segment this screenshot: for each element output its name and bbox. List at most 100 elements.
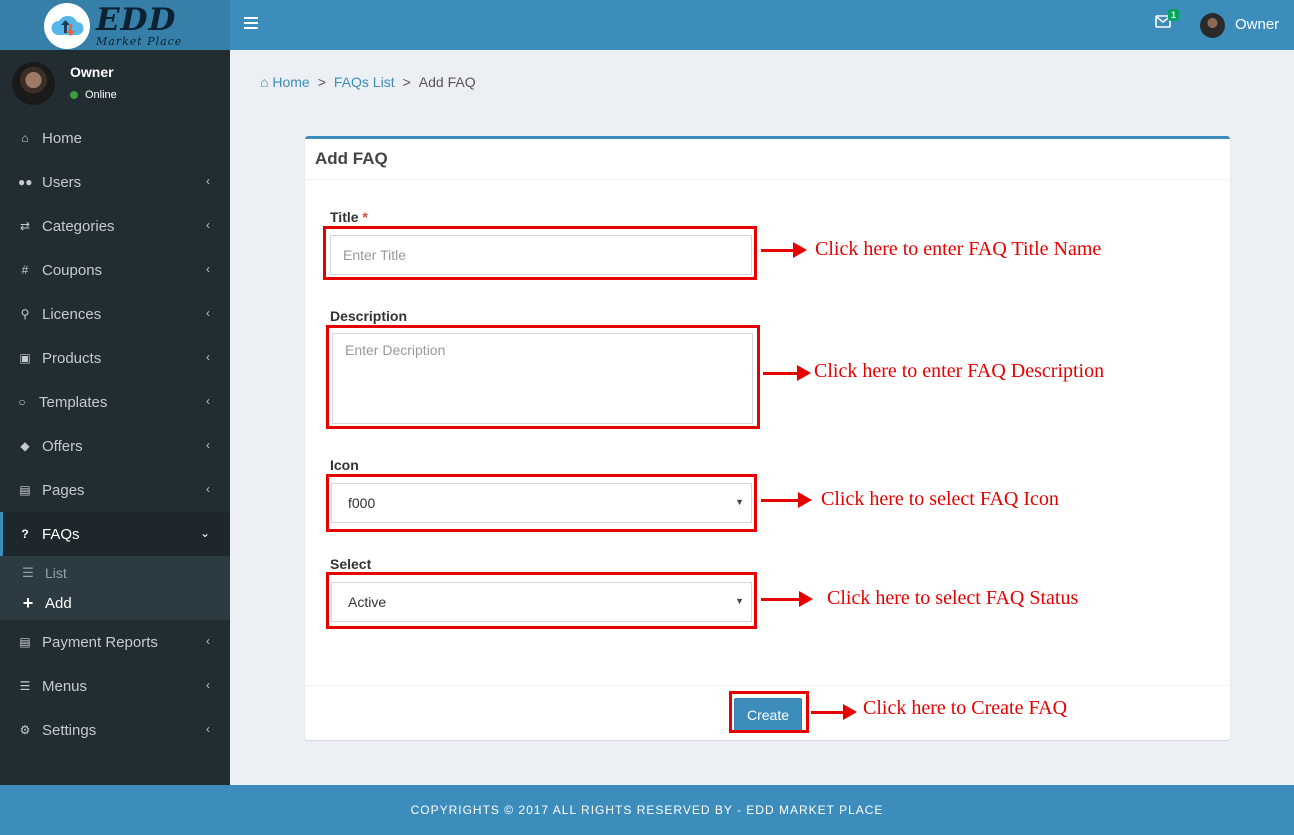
bars-icon: ☰ bbox=[19, 679, 31, 693]
chevron-left-icon: ‹ bbox=[206, 438, 210, 452]
sidebar-item-users[interactable]: ●● Users ‹ bbox=[0, 160, 230, 204]
sidebar-item-label: Settings bbox=[42, 721, 97, 739]
chevron-left-icon: ‹ bbox=[206, 262, 210, 276]
faq-submenu: ☰ List + Add bbox=[0, 556, 230, 620]
create-button[interactable]: Create bbox=[734, 698, 802, 732]
notification-badge: 1 bbox=[1168, 9, 1180, 21]
sidebar-subitem-list[interactable]: ☰ List bbox=[0, 558, 230, 588]
annotation-create: Click here to Create FAQ bbox=[863, 697, 1068, 719]
sidebar-item-offers[interactable]: ◆ Offers ‹ bbox=[0, 424, 230, 468]
chevron-down-icon: ⌄ bbox=[199, 526, 210, 540]
sidebar-menu: ⌂ Home ●● Users ‹ ⇄ Categories ‹ # Coupo… bbox=[0, 116, 230, 752]
bag-icon: ▣ bbox=[19, 351, 31, 365]
title-input[interactable]: Enter Title bbox=[330, 235, 752, 275]
icon-select-value: f000 bbox=[348, 495, 376, 511]
divider bbox=[305, 685, 1230, 686]
caret-down-icon: ▼ bbox=[735, 497, 744, 507]
sidebar-item-label: Add bbox=[45, 594, 72, 612]
breadcrumb-faqs-list[interactable]: FAQs List bbox=[334, 74, 395, 90]
page-footer: COPYRIGHTS © 2017 ALL RIGHTS RESERVED BY… bbox=[0, 785, 1294, 835]
status-label: Select bbox=[330, 556, 372, 572]
sidebar-item-licences[interactable]: ⚲ Licences ‹ bbox=[0, 292, 230, 336]
file-icon: ▤ bbox=[19, 635, 31, 649]
sidebar-item-coupons[interactable]: # Coupons ‹ bbox=[0, 248, 230, 292]
user-status: Online bbox=[70, 89, 117, 101]
status-text: Online bbox=[85, 89, 117, 101]
sidebar-item-templates[interactable]: ○ Templates ‹ bbox=[0, 380, 230, 424]
avatar[interactable] bbox=[1200, 13, 1225, 38]
sidebar-item-pages[interactable]: ▤ Pages ‹ bbox=[0, 468, 230, 512]
icon-label: Icon bbox=[330, 457, 359, 473]
sidebar-item-home[interactable]: ⌂ Home bbox=[0, 116, 230, 160]
status-select-value: Active bbox=[348, 594, 387, 610]
title-label: Title * bbox=[330, 209, 368, 225]
sidebar-item-label: Products bbox=[42, 349, 102, 367]
chevron-left-icon: ‹ bbox=[206, 218, 210, 232]
brand-logo[interactable]: EDD Market Place bbox=[0, 0, 230, 50]
chevron-left-icon: ‹ bbox=[206, 306, 210, 320]
annotation-icon: Click here to select FAQ Icon bbox=[821, 488, 1059, 510]
breadcrumb-home[interactable]: ⌂ Home bbox=[260, 74, 310, 90]
user-menu[interactable]: Owner bbox=[1235, 16, 1279, 33]
user-avatar bbox=[12, 62, 55, 105]
sidebar-item-label: FAQs bbox=[42, 525, 80, 543]
chevron-left-icon: ‹ bbox=[206, 678, 210, 692]
title-label-text: Title bbox=[330, 209, 359, 225]
title-placeholder: Enter Title bbox=[343, 247, 407, 263]
icon-select[interactable]: f000 ▼ bbox=[331, 483, 752, 523]
status-select[interactable]: Active ▼ bbox=[331, 582, 752, 622]
chevron-left-icon: ‹ bbox=[206, 394, 210, 408]
sidebar-subitem-add[interactable]: + Add bbox=[0, 588, 230, 618]
brand-subtitle: Market Place bbox=[96, 35, 183, 48]
chevron-left-icon: ‹ bbox=[206, 722, 210, 736]
sidebar-item-label: Payment Reports bbox=[42, 633, 158, 651]
sidebar-item-label: Offers bbox=[42, 437, 83, 455]
arrow-right-icon bbox=[761, 591, 813, 607]
random-icon: ⇄ bbox=[19, 219, 31, 233]
chevron-left-icon: ‹ bbox=[206, 634, 210, 648]
annotation-status: Click here to select FAQ Status bbox=[827, 587, 1079, 609]
home-icon: ⌂ bbox=[260, 74, 269, 90]
home-icon: ⌂ bbox=[21, 131, 29, 145]
chat-icon: ○ bbox=[18, 395, 26, 409]
question-icon: ? bbox=[21, 527, 29, 541]
list-icon: ☰ bbox=[22, 565, 34, 580]
sidebar-item-label: List bbox=[45, 565, 67, 581]
sidebar-item-settings[interactable]: ⚙ Settings ‹ bbox=[0, 708, 230, 752]
sidebar-toggle-icon[interactable] bbox=[244, 17, 258, 31]
online-dot-icon bbox=[70, 91, 78, 99]
description-placeholder: Enter Decription bbox=[345, 342, 446, 358]
required-mark: * bbox=[362, 209, 368, 225]
arrow-right-icon bbox=[763, 365, 811, 381]
description-textarea[interactable]: Enter Decription bbox=[332, 333, 753, 424]
description-label: Description bbox=[330, 308, 408, 324]
user-name: Owner bbox=[70, 64, 114, 80]
sidebar-item-label: Templates bbox=[39, 393, 108, 411]
cloud-sync-icon bbox=[44, 3, 90, 49]
users-icon: ●● bbox=[18, 175, 33, 189]
sidebar-item-faqs[interactable]: ? FAQs ⌄ bbox=[0, 512, 230, 556]
sidebar-item-products[interactable]: ▣ Products ‹ bbox=[0, 336, 230, 380]
plus-icon: + bbox=[22, 592, 34, 613]
gear-icon: ⚙ bbox=[19, 723, 31, 737]
sidebar-item-label: Licences bbox=[42, 305, 102, 323]
hash-icon: # bbox=[21, 263, 29, 277]
tags-icon: ◆ bbox=[20, 439, 30, 453]
sidebar-item-label: Coupons bbox=[42, 261, 103, 279]
arrow-right-icon bbox=[761, 492, 812, 508]
brand-name: EDD bbox=[96, 2, 177, 38]
divider bbox=[305, 179, 1230, 180]
breadcrumb-separator: > bbox=[317, 74, 326, 90]
sidebar-item-categories[interactable]: ⇄ Categories ‹ bbox=[0, 204, 230, 248]
sidebar-item-label: Users bbox=[42, 173, 82, 191]
sidebar-item-menus[interactable]: ☰ Menus ‹ bbox=[0, 664, 230, 708]
breadcrumb-home-label: Home bbox=[272, 74, 310, 90]
user-panel: Owner Online bbox=[0, 50, 230, 116]
breadcrumb-current: Add FAQ bbox=[418, 74, 476, 90]
sidebar-item-payment-reports[interactable]: ▤ Payment Reports ‹ bbox=[0, 620, 230, 664]
chevron-left-icon: ‹ bbox=[206, 482, 210, 496]
breadcrumb-separator: > bbox=[402, 74, 411, 90]
top-navbar: 1 Owner bbox=[230, 0, 1294, 50]
sidebar: Owner Online ⌂ Home ●● Users ‹ ⇄ Categor… bbox=[0, 50, 230, 785]
card-title: Add FAQ bbox=[315, 149, 388, 168]
